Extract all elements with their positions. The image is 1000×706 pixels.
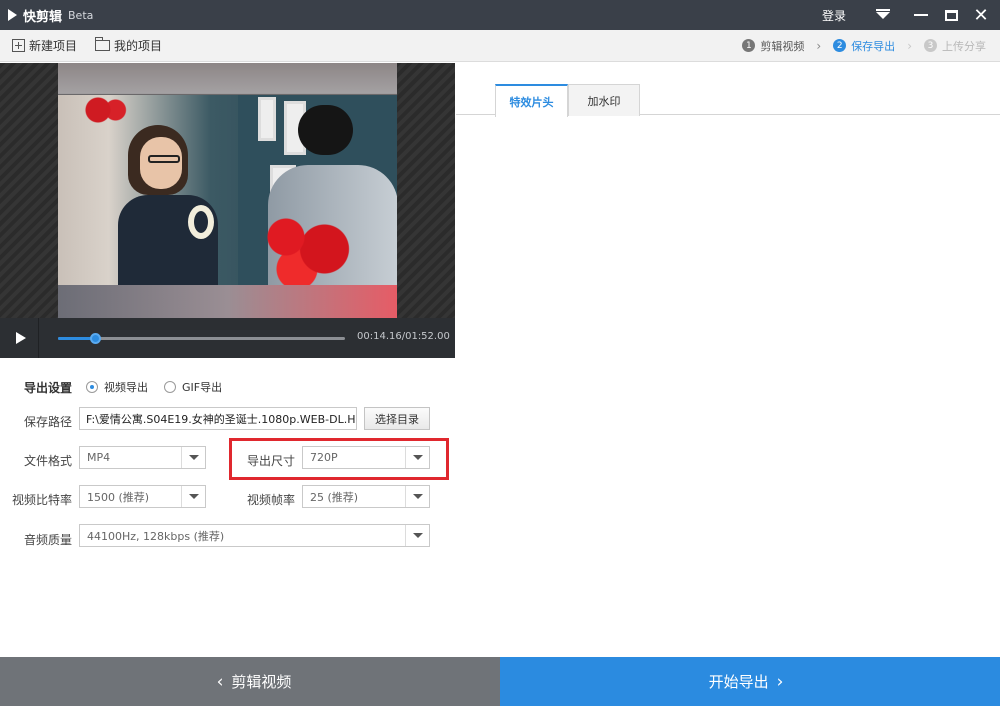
video-bitrate-value: 1500 (推荐) <box>87 490 150 504</box>
step-indicator: 1 剪辑视频 › 2 保存导出 › 3 上传分享 <box>742 38 986 54</box>
video-export-radio[interactable]: 视频导出 <box>86 379 148 395</box>
title-bar: 快剪辑 Beta 登录 ✕ <box>0 0 1000 30</box>
gif-export-label: GIF导出 <box>182 381 223 394</box>
play-logo-icon <box>8 9 17 21</box>
step-label: 剪辑视频 <box>760 39 805 53</box>
new-project-label: 新建项目 <box>29 39 78 53</box>
step-save-export[interactable]: 2 保存导出 <box>833 38 895 54</box>
video-frame <box>58 63 397 318</box>
file-format-label: 文件格式 <box>24 454 73 468</box>
tab-watermark[interactable]: 加水印 <box>568 84 640 116</box>
my-projects-button[interactable]: 我的项目 <box>95 37 162 54</box>
chevron-right-icon: › <box>907 38 912 53</box>
file-format-value: MP4 <box>87 451 111 464</box>
step-upload-share: 3 上传分享 <box>924 38 986 54</box>
export-settings: 导出设置 视频导出 GIF导出 保存路径 F:\爱情公寓.S04E19.女神的圣… <box>0 358 455 657</box>
save-path-label: 保存路径 <box>24 415 73 429</box>
highlight-box <box>229 438 449 480</box>
audio-quality-select[interactable]: 44100Hz, 128kbps (推荐) <box>79 524 430 547</box>
video-image <box>58 95 397 285</box>
tab-intro-effects[interactable]: 特效片头 <box>495 84 568 117</box>
seek-thumb[interactable] <box>90 333 102 344</box>
time-display: 00:14.16/01:52.00 <box>357 331 450 342</box>
footer: ‹ 剪辑视频 开始导出 › <box>0 657 1000 706</box>
back-to-edit-label: 剪辑视频 <box>231 673 292 691</box>
choose-directory-button[interactable]: 选择目录 <box>364 407 430 430</box>
player-controls: 00:14.16/01:52.00 <box>0 318 455 358</box>
app-logo: 快剪辑 Beta <box>8 6 93 25</box>
audio-quality-value: 44100Hz, 128kbps (推荐) <box>87 529 225 543</box>
chevron-down-icon <box>188 494 199 499</box>
frame-rate-select[interactable]: 25 (推荐) <box>302 485 430 508</box>
video-preview <box>0 63 455 318</box>
chevron-down-icon <box>188 455 199 460</box>
my-projects-label: 我的项目 <box>114 39 163 53</box>
chevron-left-icon: ‹ <box>216 671 224 692</box>
play-icon[interactable] <box>16 332 26 344</box>
new-project-button[interactable]: 新建项目 <box>12 37 77 54</box>
login-link[interactable]: 登录 <box>822 7 846 24</box>
chevron-down-icon <box>412 494 423 499</box>
maximize-icon[interactable] <box>936 0 966 30</box>
effects-tabs: 特效片头 加水印 <box>456 63 1000 117</box>
step-label: 保存导出 <box>851 39 896 53</box>
back-to-edit-button[interactable]: ‹ 剪辑视频 <box>0 657 500 706</box>
minimize-icon[interactable] <box>906 0 936 30</box>
right-panel: 特效片头 加水印 <box>456 63 1000 657</box>
left-panel: 00:14.16/01:52.00 导出设置 视频导出 GIF导出 保存路径 F… <box>0 63 455 657</box>
app-badge: Beta <box>68 8 94 22</box>
step-number: 3 <box>924 39 937 52</box>
step-number: 2 <box>833 39 847 52</box>
step-edit-video[interactable]: 1 剪辑视频 <box>742 38 804 54</box>
chevron-right-icon: › <box>816 38 822 53</box>
chevron-right-icon: › <box>776 671 784 692</box>
start-export-button[interactable]: 开始导出 › <box>500 657 1000 706</box>
save-path-field[interactable]: F:\爱情公寓.S04E19.女神的圣诞士.1080p.WEB-DL.H. <box>79 407 357 430</box>
close-icon[interactable]: ✕ <box>966 0 996 30</box>
step-number: 1 <box>742 39 756 52</box>
gif-export-radio[interactable]: GIF导出 <box>164 379 222 395</box>
file-format-select[interactable]: MP4 <box>79 446 206 469</box>
export-settings-label: 导出设置 <box>24 381 73 395</box>
frame-rate-value: 25 (推荐) <box>310 490 359 504</box>
audio-quality-label: 音频质量 <box>24 533 73 547</box>
video-export-label: 视频导出 <box>104 381 148 394</box>
app-name: 快剪辑 <box>23 9 63 25</box>
video-bitrate-label: 视频比特率 <box>12 493 73 507</box>
frame-rate-label: 视频帧率 <box>247 493 296 507</box>
toolbar: 新建项目 我的项目 1 剪辑视频 › 2 保存导出 › 3 上传分享 <box>0 30 1000 62</box>
menu-dropdown-icon[interactable] <box>868 0 898 30</box>
video-bitrate-select[interactable]: 1500 (推荐) <box>79 485 206 508</box>
folder-icon <box>95 37 111 51</box>
chevron-down-icon <box>412 533 423 538</box>
new-project-icon <box>12 39 25 52</box>
step-label: 上传分享 <box>942 39 986 53</box>
seek-bar[interactable] <box>58 333 345 344</box>
start-export-label: 开始导出 <box>708 673 769 691</box>
